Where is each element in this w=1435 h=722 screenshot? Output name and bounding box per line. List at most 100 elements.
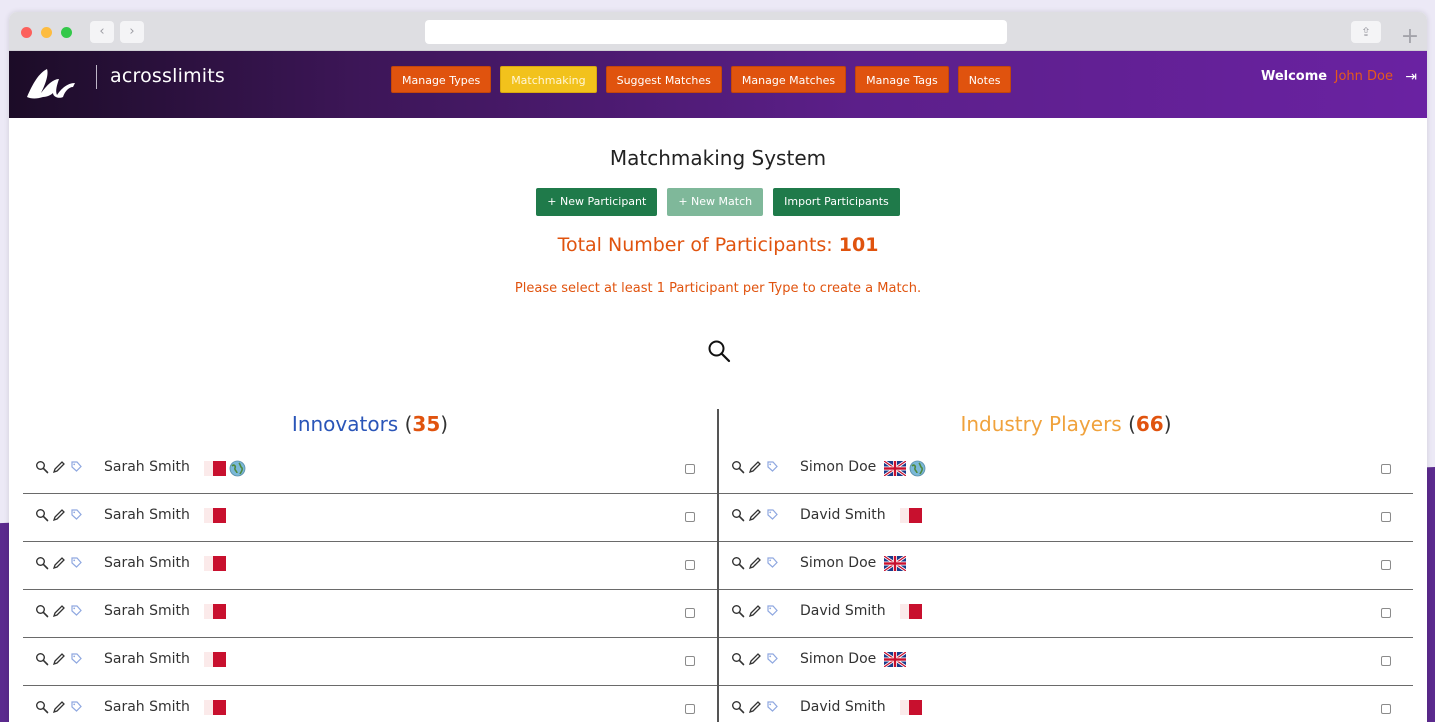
new-match-button[interactable]: + New Match (667, 188, 764, 216)
edit-icon[interactable] (52, 460, 66, 474)
edit-icon[interactable] (748, 604, 762, 618)
tag-icon[interactable] (69, 604, 83, 618)
participant-checkbox[interactable] (685, 560, 695, 570)
participant-checkbox[interactable] (1381, 656, 1391, 666)
user-name[interactable]: John Doe (1335, 69, 1393, 84)
participant-name[interactable]: Sarah Smith (104, 555, 190, 571)
share-icon[interactable]: ⇪ (1351, 21, 1381, 43)
edit-icon[interactable] (748, 508, 762, 522)
edit-icon[interactable] (748, 652, 762, 666)
tag-icon[interactable] (765, 700, 779, 714)
view-icon[interactable] (731, 556, 745, 570)
participant-row[interactable]: David Smith (719, 686, 1413, 722)
logout-icon[interactable]: ⇥ (1405, 69, 1417, 85)
participant-name[interactable]: Sarah Smith (104, 507, 190, 523)
participant-row[interactable]: Sarah Smith (23, 686, 717, 722)
view-icon[interactable] (35, 604, 49, 618)
participant-row[interactable]: Simon Doe (719, 542, 1413, 590)
tag-icon[interactable] (765, 652, 779, 666)
tag-icon[interactable] (765, 460, 779, 474)
participant-row[interactable]: Sarah Smith (23, 494, 717, 542)
nav-manage-types[interactable]: Manage Types (391, 66, 492, 93)
participant-flags (204, 460, 246, 477)
participant-name[interactable]: David Smith (800, 507, 886, 523)
new-tab-icon[interactable]: + (1399, 26, 1421, 48)
participant-checkbox[interactable] (685, 464, 695, 474)
participant-name[interactable]: David Smith (800, 699, 886, 715)
nav-manage-matches[interactable]: Manage Matches (730, 66, 847, 93)
back-arrow-icon[interactable]: ‹ (90, 21, 114, 43)
participant-row[interactable]: Sarah Smith (23, 446, 717, 494)
maximize-window-button[interactable] (61, 27, 72, 38)
nav-manage-tags[interactable]: Manage Tags (855, 66, 949, 93)
participant-checkbox[interactable] (685, 512, 695, 522)
participant-checkbox[interactable] (1381, 512, 1391, 522)
edit-icon[interactable] (748, 460, 762, 474)
brand-name[interactable]: acrosslimits (110, 65, 225, 87)
minimize-window-button[interactable] (41, 27, 52, 38)
tag-icon[interactable] (69, 556, 83, 570)
participant-checkbox[interactable] (1381, 464, 1391, 474)
participant-row[interactable]: Sarah Smith (23, 590, 717, 638)
participant-checkbox[interactable] (1381, 608, 1391, 618)
tag-icon[interactable] (69, 652, 83, 666)
nav-matchmaking[interactable]: Matchmaking (500, 66, 597, 93)
edit-icon[interactable] (52, 508, 66, 522)
view-icon[interactable] (731, 700, 745, 714)
view-icon[interactable] (731, 604, 745, 618)
search-icon[interactable] (706, 338, 732, 364)
participant-flags (204, 604, 226, 619)
participant-checkbox[interactable] (1381, 560, 1391, 570)
industry-players-column: Industry Players (66) Simon Doe David Smi… (719, 396, 1413, 722)
participant-name[interactable]: Sarah Smith (104, 651, 190, 667)
participant-name[interactable]: Sarah Smith (104, 699, 190, 715)
tag-icon[interactable] (765, 508, 779, 522)
edit-icon[interactable] (52, 700, 66, 714)
tag-icon[interactable] (765, 604, 779, 618)
forward-arrow-icon[interactable]: › (120, 21, 144, 43)
tag-icon[interactable] (69, 460, 83, 474)
participant-row[interactable]: Sarah Smith (23, 542, 717, 590)
acrosslimits-logo-icon[interactable] (23, 63, 85, 103)
edit-icon[interactable] (748, 556, 762, 570)
new-participant-button[interactable]: + New Participant (536, 188, 658, 216)
participant-row[interactable]: David Smith (719, 494, 1413, 542)
address-bar[interactable] (425, 20, 1007, 44)
tag-icon[interactable] (69, 700, 83, 714)
participant-name[interactable]: Sarah Smith (104, 459, 190, 475)
import-participants-button[interactable]: Import Participants (773, 188, 900, 216)
view-icon[interactable] (731, 508, 745, 522)
participant-name[interactable]: Simon Doe (800, 459, 876, 475)
participant-checkbox[interactable] (685, 608, 695, 618)
edit-icon[interactable] (52, 556, 66, 570)
participant-name[interactable]: Sarah Smith (104, 603, 190, 619)
edit-icon[interactable] (748, 700, 762, 714)
nav-suggest-matches[interactable]: Suggest Matches (605, 66, 722, 93)
malta-flag-icon (204, 604, 226, 619)
edit-icon[interactable] (52, 652, 66, 666)
close-window-button[interactable] (21, 27, 32, 38)
participant-checkbox[interactable] (685, 656, 695, 666)
view-icon[interactable] (731, 460, 745, 474)
view-icon[interactable] (35, 460, 49, 474)
participant-checkbox[interactable] (685, 704, 695, 714)
view-icon[interactable] (731, 652, 745, 666)
participant-name[interactable]: David Smith (800, 603, 886, 619)
participant-name[interactable]: Simon Doe (800, 555, 876, 571)
participant-checkbox[interactable] (1381, 704, 1391, 714)
view-icon[interactable] (35, 556, 49, 570)
participant-row[interactable]: Simon Doe (719, 446, 1413, 494)
participant-name[interactable]: Simon Doe (800, 651, 876, 667)
participant-row[interactable]: Sarah Smith (23, 638, 717, 686)
view-icon[interactable] (35, 700, 49, 714)
edit-icon[interactable] (52, 604, 66, 618)
view-icon[interactable] (35, 652, 49, 666)
participant-row[interactable]: Simon Doe (719, 638, 1413, 686)
view-icon[interactable] (35, 508, 49, 522)
tag-icon[interactable] (765, 556, 779, 570)
malta-flag-icon (204, 461, 226, 476)
participant-row[interactable]: David Smith (719, 590, 1413, 638)
nav-notes[interactable]: Notes (957, 66, 1012, 93)
uk-flag-icon (884, 652, 906, 667)
tag-icon[interactable] (69, 508, 83, 522)
